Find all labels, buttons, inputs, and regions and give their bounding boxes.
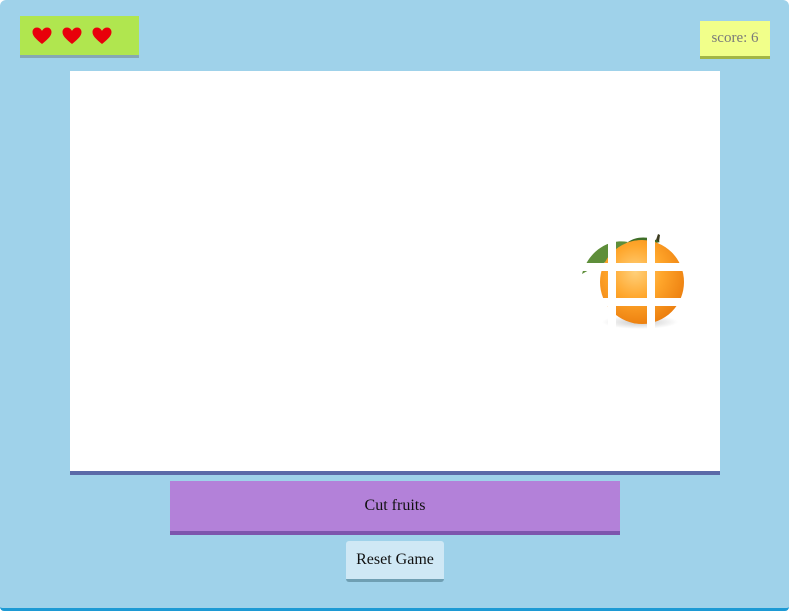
game-container: score: 6 Cut fruits Reset Game <box>0 0 789 611</box>
cut-fruits-button[interactable]: Cut fruits <box>170 481 620 535</box>
lives-panel <box>20 16 139 58</box>
reset-game-button[interactable]: Reset Game <box>346 541 444 582</box>
orange-fruit[interactable] <box>580 234 684 334</box>
cut-fruits-label: Cut fruits <box>364 497 426 514</box>
score-display: score: 6 <box>700 21 770 59</box>
game-play-area[interactable] <box>70 71 720 475</box>
heart-icon <box>92 27 112 44</box>
reset-game-label: Reset Game <box>356 551 434 568</box>
score-label: score: <box>711 30 748 46</box>
score-value: 6 <box>751 30 759 46</box>
heart-icon <box>62 27 82 44</box>
heart-icon <box>32 27 52 44</box>
